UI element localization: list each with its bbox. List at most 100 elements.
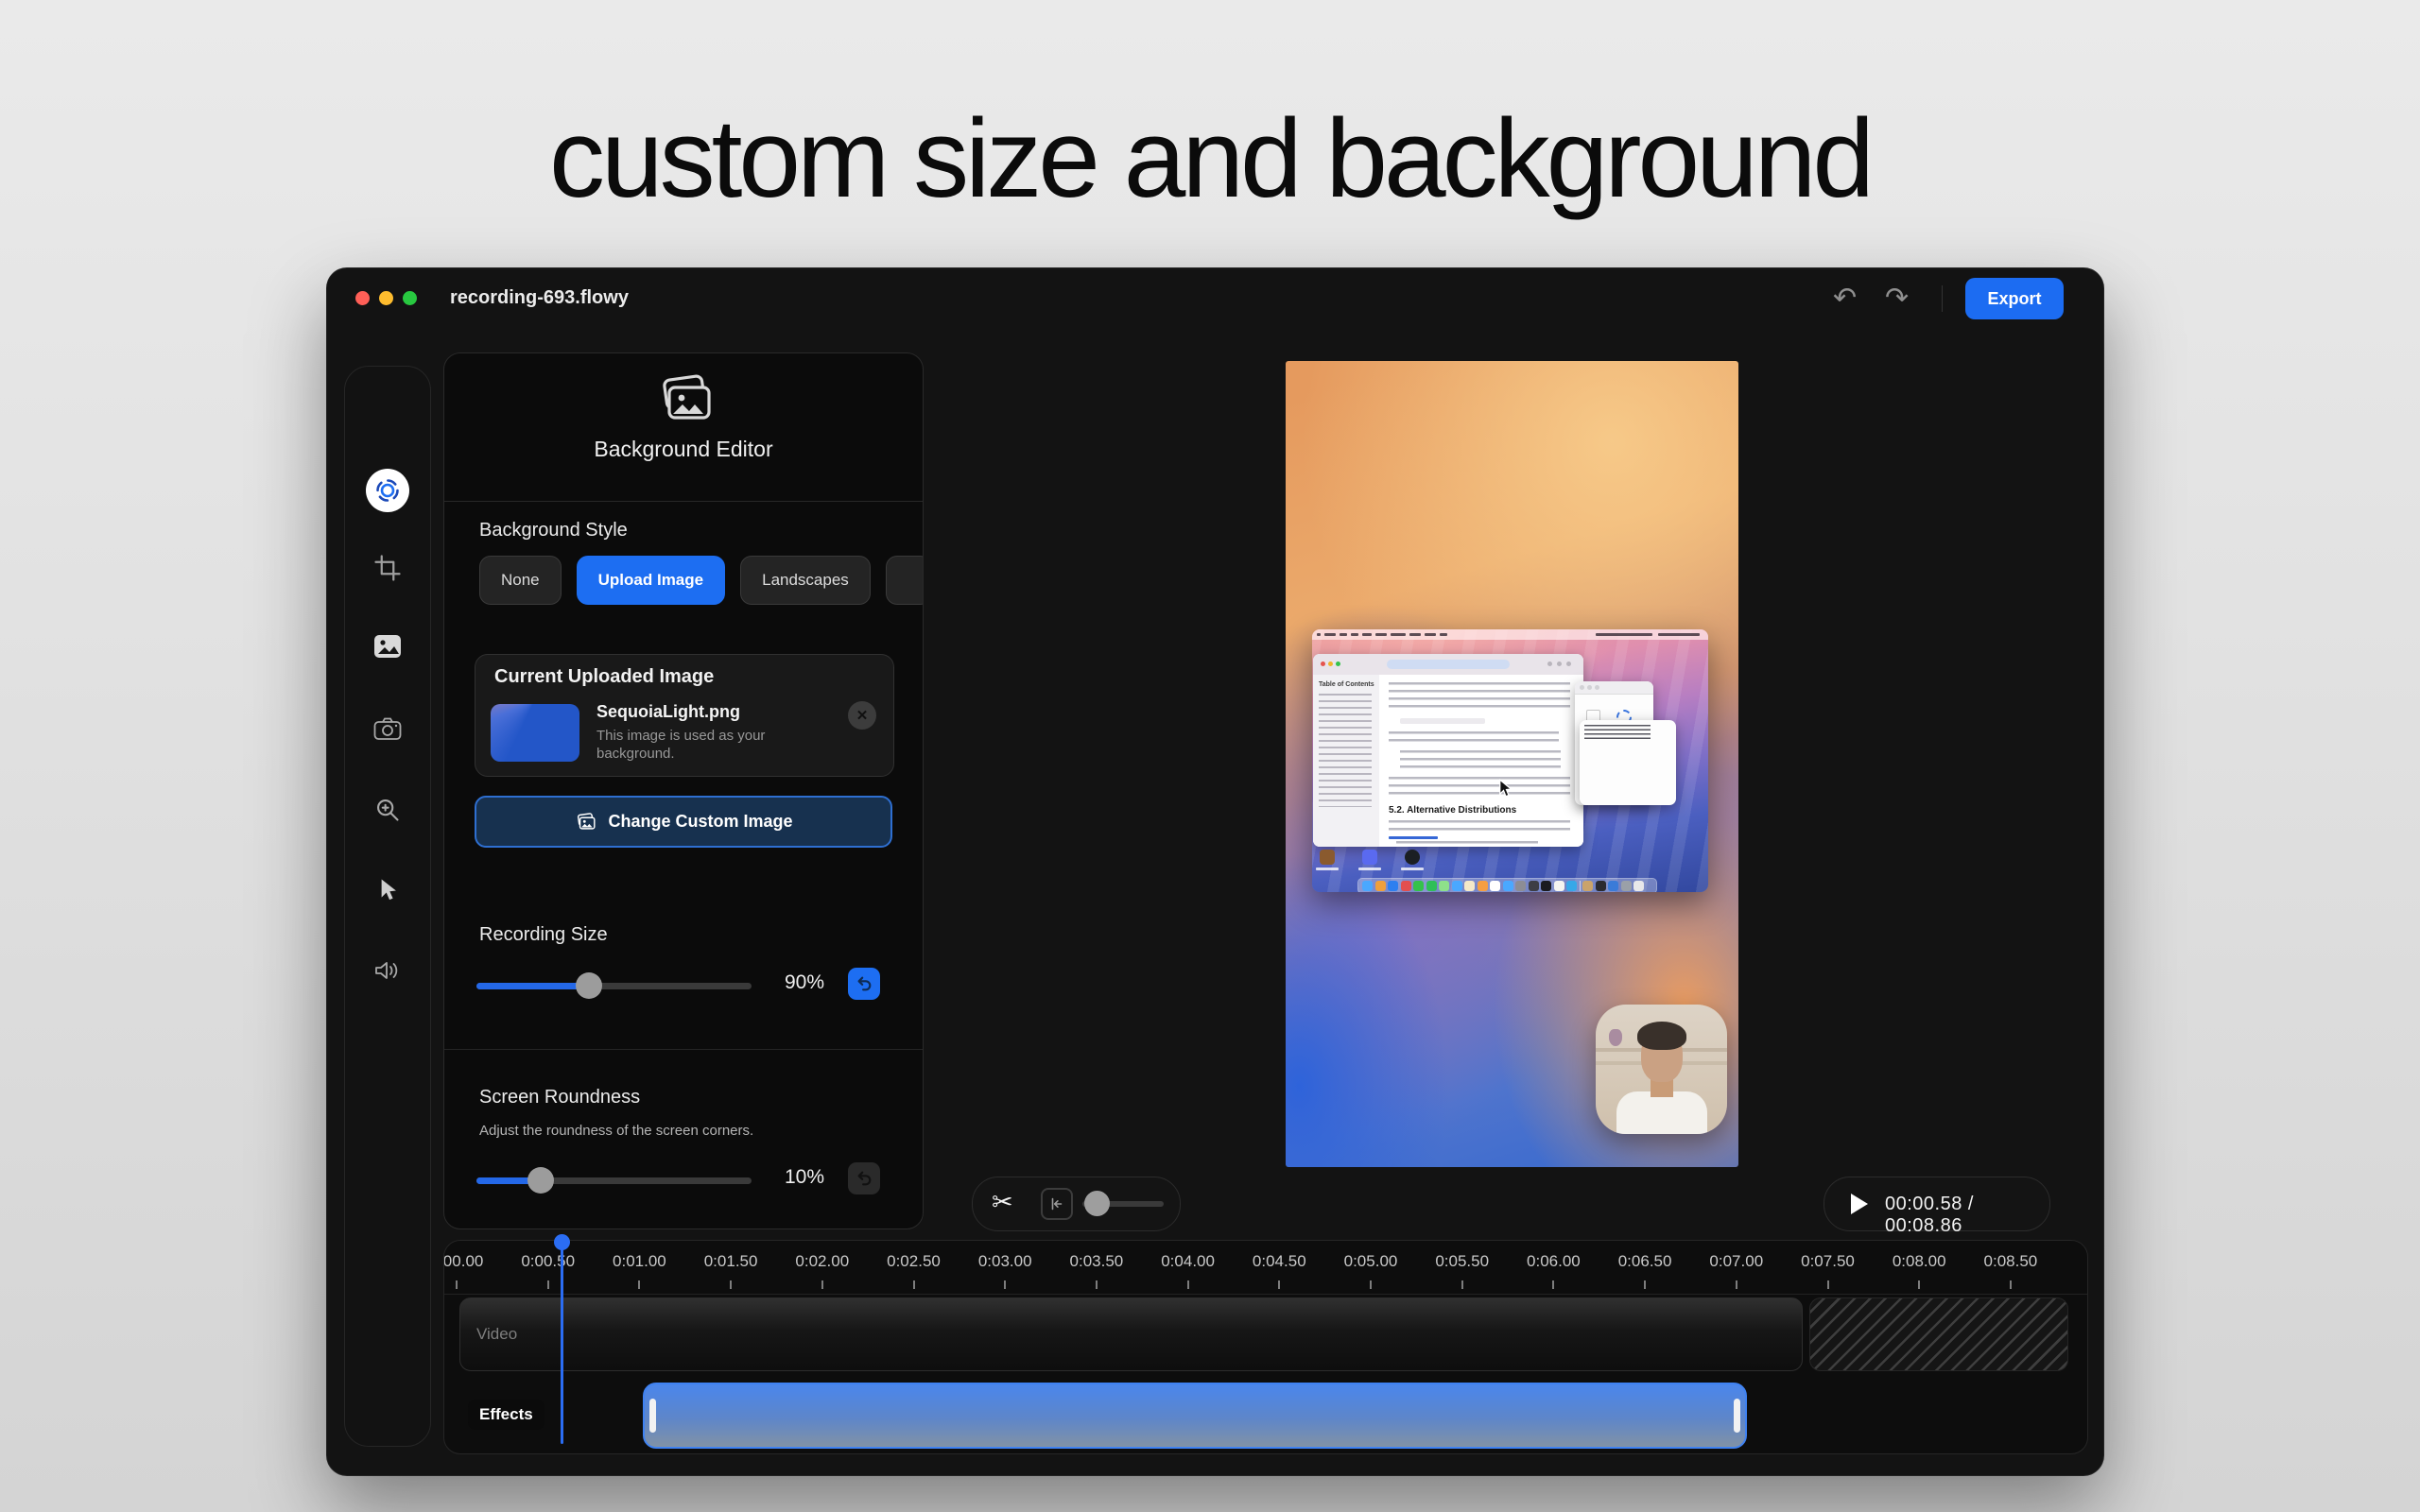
- browser-toolbar: [1313, 654, 1583, 676]
- terminal-text: [1584, 725, 1651, 740]
- current-image-title: Current Uploaded Image: [494, 666, 714, 688]
- slider-thumb[interactable]: [576, 972, 602, 999]
- image-icon: [372, 633, 403, 660]
- zoom-in-icon: [374, 797, 401, 823]
- ruler-label: 0:04.00: [1161, 1252, 1215, 1271]
- ruler-label: 0:01.00: [613, 1252, 666, 1271]
- zoom-window-button[interactable]: [403, 291, 417, 305]
- dock-icon: [1452, 881, 1462, 891]
- recording-size-reset-button[interactable]: [848, 968, 880, 1000]
- sidebar-item-camera[interactable]: [345, 702, 430, 755]
- style-option-clipped[interactable]: [886, 556, 924, 605]
- ruler-tick: [1278, 1280, 1280, 1289]
- style-option-none[interactable]: None: [479, 556, 562, 605]
- ruler-label: 0:00.00: [444, 1252, 483, 1271]
- timeline-zoom-thumb[interactable]: [1084, 1191, 1110, 1216]
- dock-icon: [1401, 881, 1411, 891]
- clip-left-handle[interactable]: [649, 1399, 656, 1433]
- toc-entries: [1319, 694, 1372, 807]
- ruler-tick: [1918, 1280, 1920, 1289]
- ruler-tick: [1644, 1280, 1646, 1289]
- webcam-person: [1616, 1091, 1707, 1134]
- ruler-tick: [1004, 1280, 1006, 1289]
- speaker-icon: [373, 958, 402, 983]
- ruler-tick: [1736, 1280, 1737, 1289]
- ruler-label: 0:07.50: [1801, 1252, 1855, 1271]
- sidebar-item-zoom[interactable]: [345, 783, 430, 836]
- window-title: recording-693.flowy: [450, 287, 629, 309]
- close-window-button[interactable]: [355, 291, 370, 305]
- recorded-cursor-icon: [1497, 779, 1514, 798]
- slider-thumb[interactable]: [527, 1167, 554, 1194]
- ruler-tick: [1461, 1280, 1463, 1289]
- export-button[interactable]: Export: [1965, 278, 2064, 319]
- style-option-landscapes[interactable]: Landscapes: [740, 556, 871, 605]
- screen-roundness-slider[interactable]: [476, 1177, 752, 1184]
- cursor-icon: [375, 877, 400, 903]
- browser-window: Table of Contents 5.2. Alternative Distr…: [1313, 654, 1583, 847]
- uploaded-image-thumbnail: [491, 704, 579, 762]
- ruler-label: 0:08.00: [1893, 1252, 1946, 1271]
- sidebar-item-app-logo[interactable]: [345, 464, 430, 517]
- ruler-label: 0:03.50: [1070, 1252, 1124, 1271]
- ruler-label: 0:00.50: [521, 1252, 575, 1271]
- screen-roundness-value: 10%: [785, 1166, 824, 1189]
- current-image-card: Current Uploaded Image SequoiaLight.png …: [475, 654, 894, 777]
- preview-canvas[interactable]: Table of Contents 5.2. Alternative Distr…: [1286, 361, 1738, 1167]
- doc-section-heading: 5.2. Alternative Distributions: [1389, 805, 1516, 816]
- dock-icon: [1426, 881, 1437, 891]
- section-divider: [444, 1049, 923, 1050]
- ruler-label: 0:05.50: [1435, 1252, 1489, 1271]
- playhead-handle[interactable]: [554, 1234, 570, 1250]
- sidebar-item-crop[interactable]: [345, 541, 430, 594]
- ruler-tick: [1187, 1280, 1189, 1289]
- ruler-tick: [638, 1280, 640, 1289]
- change-custom-image-button[interactable]: Change Custom Image: [475, 796, 892, 848]
- recording-size-value: 90%: [785, 971, 824, 994]
- background-style-options: None Upload Image Landscapes: [479, 556, 924, 603]
- ruler-tick: [456, 1280, 458, 1289]
- remove-image-button[interactable]: ✕: [848, 701, 876, 730]
- dock-icon: [1413, 881, 1424, 891]
- cut-icon[interactable]: ✂: [992, 1188, 1013, 1217]
- skip-to-start-button[interactable]: [1041, 1188, 1073, 1220]
- recording-size-label: Recording Size: [479, 924, 608, 946]
- playback-control: 00:00.58 / 00:08.86: [1824, 1177, 2050, 1231]
- effects-clip[interactable]: [643, 1383, 1747, 1449]
- dock-icon: [1490, 881, 1500, 891]
- playhead[interactable]: [561, 1241, 563, 1444]
- sidebar-item-cursor[interactable]: [345, 864, 430, 917]
- ruler-label: 0:04.50: [1253, 1252, 1306, 1271]
- style-option-upload-image[interactable]: Upload Image: [577, 556, 725, 605]
- screen-roundness-reset-button[interactable]: [848, 1162, 880, 1194]
- reset-icon: [856, 975, 873, 992]
- sidebar-item-background[interactable]: [345, 620, 430, 673]
- recording-size-slider[interactable]: [476, 983, 752, 989]
- undo-icon[interactable]: ↶: [1833, 284, 1857, 314]
- ruler-label: 0:01.50: [704, 1252, 758, 1271]
- crop-icon: [373, 554, 402, 582]
- ruler-tick: [2010, 1280, 2012, 1289]
- ruler-label: 0:02.50: [887, 1252, 941, 1271]
- dock-icon: [1464, 881, 1475, 891]
- reset-icon: [856, 1170, 873, 1187]
- terminal-window: [1580, 720, 1676, 805]
- clip-right-handle[interactable]: [1734, 1399, 1740, 1433]
- page: custom size and background recording-693…: [0, 0, 2420, 1512]
- ruler-tick: [1370, 1280, 1372, 1289]
- sidebar-item-audio[interactable]: [345, 944, 430, 997]
- timeline-ruler[interactable]: 0:00.000:00.500:01.000:01.500:02.000:02.…: [444, 1246, 2087, 1294]
- browser-content: 5.2. Alternative Distributions: [1379, 675, 1583, 847]
- dock-icon: [1582, 881, 1593, 891]
- dock-icon: [1439, 881, 1449, 891]
- dock-icon: [1503, 881, 1513, 891]
- redo-icon[interactable]: ↷: [1885, 284, 1909, 314]
- video-track-clip[interactable]: Video: [459, 1297, 1803, 1371]
- tool-sidebar: [344, 366, 431, 1447]
- app-logo-icon: [366, 469, 409, 512]
- dock-icon: [1608, 881, 1618, 891]
- play-icon[interactable]: [1851, 1194, 1868, 1214]
- mac-dock: [1357, 878, 1657, 892]
- dock-icon: [1388, 881, 1398, 891]
- minimize-window-button[interactable]: [379, 291, 393, 305]
